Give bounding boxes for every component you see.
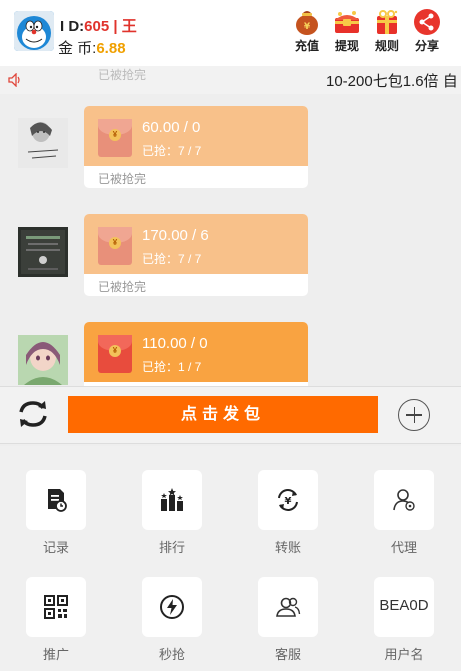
function-menu-grid: 记录 排行 ¥ 转账 代理 推广 秒抢 客服 BEA0D 用户名 xyxy=(0,446,461,671)
send-bar: 点击发包 xyxy=(0,386,461,444)
ranking-icon xyxy=(161,488,183,511)
packet-grabbed: 已抢：1 / 7 xyxy=(142,360,202,374)
sender-avatar[interactable] xyxy=(18,335,68,385)
packet-status: 已被抢完 xyxy=(98,172,147,186)
coin-line: 金 币:6.88 xyxy=(58,37,126,58)
menu-label: 用户名 xyxy=(384,647,424,662)
username-code: BEA0D xyxy=(379,597,429,614)
withdraw-label: 提现 xyxy=(334,39,359,53)
sender-avatar[interactable] xyxy=(18,118,68,168)
red-packet-bubble[interactable]: ¥ 60.00 / 0 已抢：7 / 7 已被抢完 xyxy=(84,106,308,188)
rules-label: 规则 xyxy=(374,39,399,53)
lightning-icon xyxy=(160,595,184,619)
marquee-text: 10-200七包1.6倍 自 xyxy=(326,73,458,90)
menu-label: 秒抢 xyxy=(158,647,185,662)
packet-amount: 60.00 / 0 xyxy=(142,119,201,136)
qrcode-icon xyxy=(44,595,68,619)
menu-label: 记录 xyxy=(42,540,69,555)
recharge-label: 充值 xyxy=(294,39,319,53)
packet-amount: 110.00 / 0 xyxy=(142,335,208,352)
coin-label: 金 币: xyxy=(58,40,97,57)
record-icon xyxy=(48,489,67,512)
agent-icon xyxy=(393,489,415,511)
menu-item-transfer[interactable]: ¥ 转账 xyxy=(258,470,318,556)
id-label: I D: xyxy=(60,18,85,35)
red-packet-header: ¥ 170.00 / 6 已抢：7 / 7 xyxy=(84,214,308,274)
refresh-icon[interactable] xyxy=(16,397,50,431)
speaker-icon xyxy=(8,73,20,87)
svg-text:¥: ¥ xyxy=(285,496,292,507)
menu-label: 转账 xyxy=(274,540,301,555)
menu-item-agent[interactable]: 代理 xyxy=(374,470,434,556)
user-avatar[interactable] xyxy=(14,11,54,51)
menu-item-quick-grab[interactable]: 秒抢 xyxy=(142,577,202,663)
customer-service-icon xyxy=(276,597,301,617)
red-packet-header: ¥ 110.00 / 0 已抢：1 / 7 xyxy=(84,322,308,382)
sender-avatar[interactable] xyxy=(18,227,68,277)
id-value: 605 | 王 xyxy=(84,18,137,35)
menu-label: 排行 xyxy=(158,540,185,555)
send-packet-button[interactable]: 点击发包 xyxy=(68,396,378,433)
packet-status: 已被抢完 xyxy=(98,280,147,294)
menu-item-customer-service[interactable]: 客服 xyxy=(258,577,318,663)
transfer-icon: ¥ xyxy=(278,489,298,511)
menu-item-promote[interactable]: 推广 xyxy=(26,577,86,663)
packet-grabbed: 已抢：7 / 7 xyxy=(142,252,202,266)
menu-label: 代理 xyxy=(390,540,417,555)
menu-item-ranking[interactable]: 排行 xyxy=(142,470,202,556)
share-button[interactable]: 分享 xyxy=(407,8,447,54)
rules-gift-icon xyxy=(377,10,398,34)
rules-button[interactable]: 规则 xyxy=(367,8,407,54)
packet-grabbed: 已抢：7 / 7 xyxy=(142,144,202,158)
menu-label: 客服 xyxy=(274,647,301,662)
share-icon xyxy=(414,9,440,35)
share-label: 分享 xyxy=(414,39,439,53)
red-envelope-icon: ¥ xyxy=(98,335,132,373)
user-id-line: I D:605 | 王 xyxy=(60,15,137,36)
red-envelope-icon: ¥ xyxy=(98,227,132,265)
coin-value: 6.88 xyxy=(96,40,126,57)
red-envelope-icon: ¥ xyxy=(98,119,132,157)
top-header: I D:605 | 王 金 币:6.88 ¥ 充值 提现 规则 分享 xyxy=(0,0,461,66)
plus-icon[interactable] xyxy=(398,399,430,431)
red-packet-bubble[interactable]: ¥ 170.00 / 6 已抢：7 / 7 已被抢完 xyxy=(84,214,308,296)
svg-text:¥: ¥ xyxy=(304,22,311,32)
menu-label: 推广 xyxy=(42,647,69,662)
menu-item-username[interactable]: BEA0D 用户名 xyxy=(374,577,434,663)
recharge-button[interactable]: ¥ 充值 xyxy=(287,8,327,54)
menu-item-record[interactable]: 记录 xyxy=(26,470,86,556)
ghost-status-text: 已被抢完 xyxy=(98,68,147,82)
money-bag-icon: ¥ xyxy=(296,11,318,35)
withdraw-button[interactable]: 提现 xyxy=(327,8,367,54)
packet-amount: 170.00 / 6 xyxy=(142,227,209,244)
treasure-chest-icon xyxy=(335,11,359,33)
red-packet-header: ¥ 60.00 / 0 已抢：7 / 7 xyxy=(84,106,308,166)
announcement-marquee: 已被抢完 10-200七包1.6倍 自 xyxy=(0,66,461,94)
